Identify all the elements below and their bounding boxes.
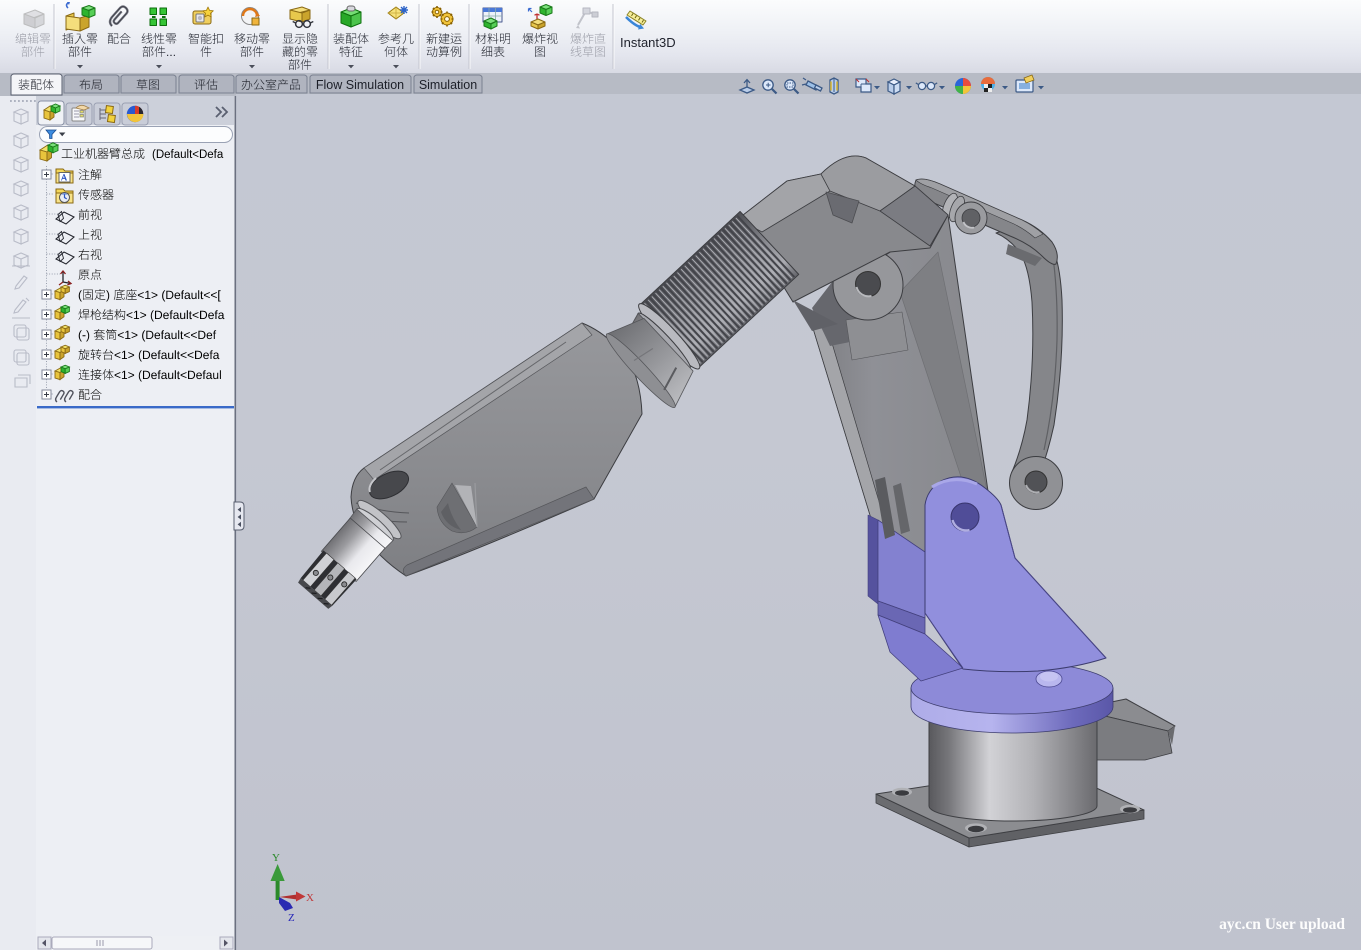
- svg-text:Y: Y: [272, 852, 280, 864]
- svg-text:Instant3D: Instant3D: [620, 35, 676, 50]
- svg-text:(Default<Defa: (Default<Defa: [152, 149, 224, 161]
- svg-text:ayc.cn User upload: ayc.cn User upload: [1219, 916, 1345, 933]
- svg-text:Flow Simulation: Flow Simulation: [316, 78, 404, 92]
- svg-text:Simulation: Simulation: [419, 78, 477, 92]
- svg-text:Z: Z: [288, 912, 295, 924]
- svg-text:X: X: [306, 892, 314, 904]
